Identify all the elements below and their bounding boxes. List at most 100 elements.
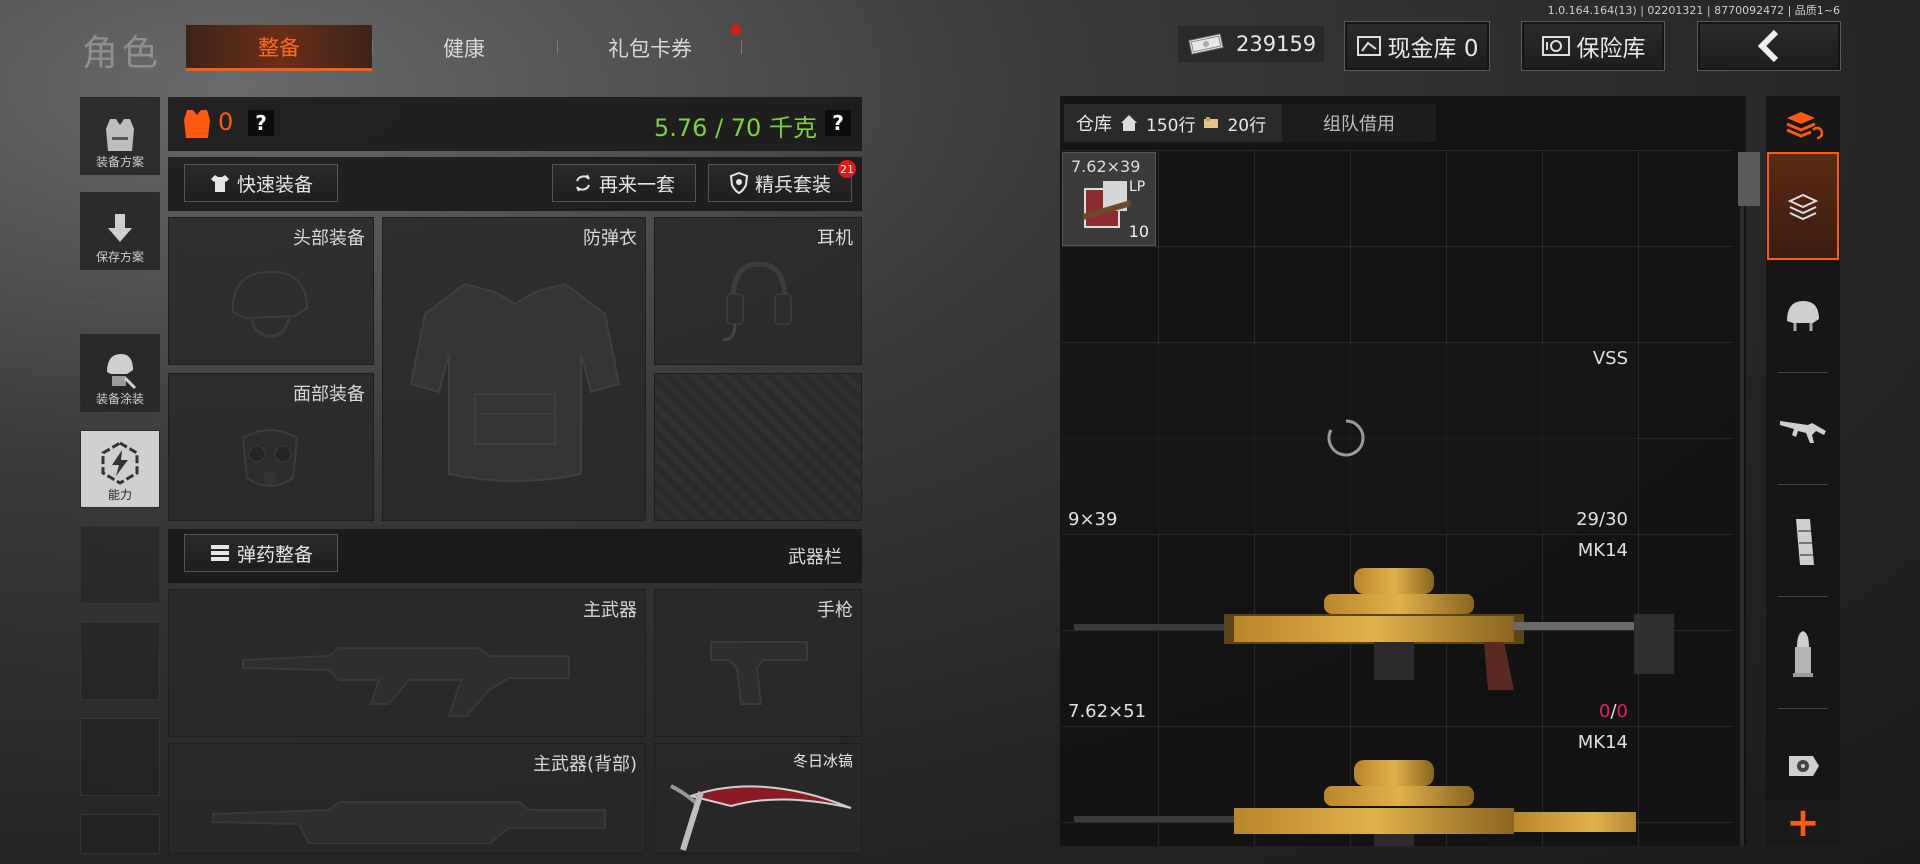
tab-gift-cards[interactable]: 礼包卡券 [558,25,742,71]
page-title: 角色 [82,33,163,74]
head-slot[interactable]: 头部装备 [168,217,374,365]
vest-icon [106,119,134,151]
loading-spinner-icon [1327,419,1365,457]
weapon-name: VSS [1592,348,1628,369]
ammo-item[interactable]: 7.62×39 LP 10 [1062,152,1156,246]
sidebar-ability[interactable]: 能力 [80,430,160,508]
ammo-count: 10 [1128,222,1149,241]
filter-ammo[interactable] [1768,604,1838,704]
helmet-paint-icon [107,354,137,390]
quick-equip-button[interactable]: 快速装备 [184,164,338,202]
slot-label: 主武器(背部) [532,754,637,775]
weapon-caliber: 7.62×51 [1068,701,1147,722]
safe-button[interactable]: 保险库 [1521,21,1665,71]
filter-layers[interactable] [1767,152,1839,260]
ammo-caliber: 7.62×39 [1071,157,1141,176]
weapon-ammo: 0/0 [1599,701,1628,722]
helmet-icon [231,270,309,338]
sidebar-skin[interactable]: 装备涂装 [80,334,160,412]
filter-divider [1778,372,1828,373]
tab-health[interactable]: 健康 [373,25,555,71]
pistol-icon [710,641,808,705]
body-armor-slot[interactable]: 防弹衣 [382,217,646,521]
armor-icon [184,110,210,138]
empty-slot [654,373,862,521]
armor-count: 0 [218,108,234,136]
help-icon[interactable]: ? [248,110,274,136]
mk14-rifle-icon [1074,568,1674,690]
elite-suit-label: 精兵套装 [754,173,831,196]
ammo-rows: 20行 [1227,115,1267,136]
cash-stack-icon [1188,33,1224,55]
home-icon [1121,115,1137,131]
filter-weapons[interactable] [1768,380,1838,480]
magazine-icon [1796,519,1814,565]
ammo-tag: LP [1129,179,1146,195]
sidebar-label: 保存方案 [95,250,144,264]
pistol-slot[interactable]: 手枪 [654,589,862,737]
filter-all-items[interactable] [1768,98,1838,152]
body-armor-icon [409,282,621,482]
shield-icon [729,172,749,194]
refresh-icon [576,174,590,192]
filter-magazines[interactable] [1768,492,1838,592]
chevron-left-icon [1757,30,1779,62]
storage-rows: 150行 [1146,115,1196,136]
version-info: 1.0.164.164(13) | 02201321 | 8770092472 … [1547,4,1840,17]
safe-icon [1541,36,1570,56]
shirt-icon [210,175,229,192]
cash-vault-button[interactable]: 现金库 0 [1344,21,1490,71]
rifle-icon [1780,421,1826,443]
ammo-box-icon [1204,117,1219,128]
ammo-capacity: 30 [1605,509,1628,530]
weapon-bar-label: 武器栏 [788,547,842,568]
tab-divider [741,40,742,54]
reroll-button[interactable]: 再来一套 [552,164,696,202]
tab-storage-label: 仓库 [1076,114,1112,135]
back-weapon-slot[interactable]: 主武器(背部) [168,743,646,853]
mk14-rifle-icon [1074,760,1636,846]
sidebar-label: 装备方案 [95,155,144,169]
bolt-hexagon-icon [101,441,139,485]
slot-label: 面部装备 [293,384,365,405]
filter-helmets[interactable] [1768,266,1838,366]
inventory-scrollbar-thumb[interactable] [1738,152,1760,206]
slot-label: 头部装备 [293,228,365,249]
sidebar-save-plan[interactable]: 保存方案 [80,192,160,270]
ammo-stack-icon [210,545,229,561]
weapon-item-mk14[interactable]: MK14 7.62×51 0/0 [1062,536,1674,726]
gas-mask-icon [241,429,299,487]
elite-suit-button[interactable]: 精兵套装 [708,164,852,202]
tab-storage[interactable]: 仓库 150行 20行 [1064,104,1282,142]
quick-equip-label: 快速装备 [236,173,313,196]
back-button[interactable] [1697,21,1841,71]
currency-display: 239159 [1178,26,1325,62]
filter-divider [1778,484,1828,485]
ammo-prep-button[interactable]: 弹药整备 [184,534,338,572]
sidebar-empty-slot [80,526,160,604]
weapon-name: MK14 [1577,732,1628,753]
weight-help-icon[interactable]: ? [825,110,851,136]
headset-slot[interactable]: 耳机 [654,217,862,365]
slot-label: 耳机 [817,228,853,249]
sidebar-label: 能力 [107,488,132,502]
sidebar-divider [88,302,152,303]
face-slot[interactable]: 面部装备 [168,373,374,521]
inventory-scrollbar-track[interactable] [1740,152,1744,846]
ammo-loaded: 0 [1599,701,1611,722]
reroll-label: 再来一套 [598,173,675,196]
add-filter-button[interactable]: + [1767,800,1839,846]
filter-divider [1778,708,1828,709]
all-items-icon [1786,112,1823,140]
melee-slot[interactable]: 冬日冰镐 [654,743,862,853]
weapon-item-mk14[interactable]: MK14 [1062,728,1636,846]
primary-weapon-slot[interactable]: 主武器 [168,589,646,737]
sidebar-loadout-plans[interactable]: 装备方案 [80,97,160,175]
weapon-item-vss[interactable]: VSS 9×39 29/30 [1062,344,1636,534]
notification-dot [731,25,741,35]
tab-team-borrow[interactable]: 组队借用 [1282,104,1436,142]
rifle-silhouette-icon [242,647,570,717]
ice-pick-icon [670,784,852,851]
weight-value: 5.76 / 70 千克 [654,114,817,142]
tab-loadout[interactable]: 整备 [186,25,372,71]
